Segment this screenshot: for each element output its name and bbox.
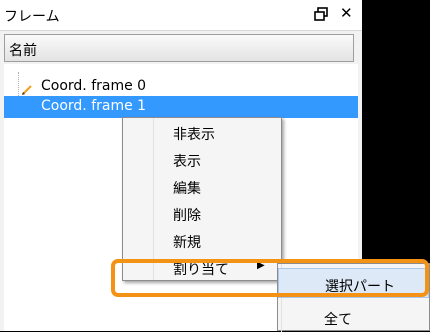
submenu-item-label: 全て: [324, 312, 352, 328]
submenu-item-label: 選択パート: [325, 279, 395, 295]
menu-item-hide[interactable]: 非表示: [123, 120, 281, 146]
column-header-label: 名前: [9, 43, 37, 59]
menu-item-label: 削除: [173, 208, 201, 224]
submenu-item-selected-parts[interactable]: 選択パート: [278, 268, 429, 298]
column-header-name[interactable]: 名前: [4, 34, 354, 62]
submenu-item-all[interactable]: 全て: [278, 302, 429, 332]
assign-submenu: 選択パート 全て: [277, 263, 430, 332]
context-menu: 非表示 表示 編集 削除 新規 割り当て ▶: [122, 117, 282, 281]
pencil-icon: [22, 85, 32, 95]
menu-item-new[interactable]: 新規: [123, 228, 281, 254]
menu-item-show[interactable]: 表示: [123, 147, 281, 173]
panel-title: フレーム: [4, 9, 60, 25]
tree-item-label: Coord. frame 0: [41, 78, 147, 94]
menu-item-label: 非表示: [173, 127, 215, 143]
menu-item-edit[interactable]: 編集: [123, 174, 281, 200]
panel-titlebar: フレーム ✕: [0, 0, 362, 31]
menu-item-assign[interactable]: 割り当て ▶: [123, 255, 281, 281]
menu-item-label: 割り当て: [173, 262, 229, 278]
submenu-arrow-icon: ▶: [257, 260, 265, 271]
menu-item-delete[interactable]: 削除: [123, 201, 281, 227]
close-icon[interactable]: ✕: [340, 6, 353, 21]
menu-item-label: 表示: [173, 154, 201, 170]
float-window-icon[interactable]: [314, 7, 328, 21]
tree-item-coord-frame-0[interactable]: Coord. frame 0: [4, 76, 358, 98]
tree-item-coord-frame-1[interactable]: Coord. frame 1: [4, 96, 358, 118]
tree-item-label: Coord. frame 1: [41, 98, 147, 114]
menu-item-label: 編集: [173, 181, 201, 197]
menu-item-label: 新規: [173, 235, 201, 251]
